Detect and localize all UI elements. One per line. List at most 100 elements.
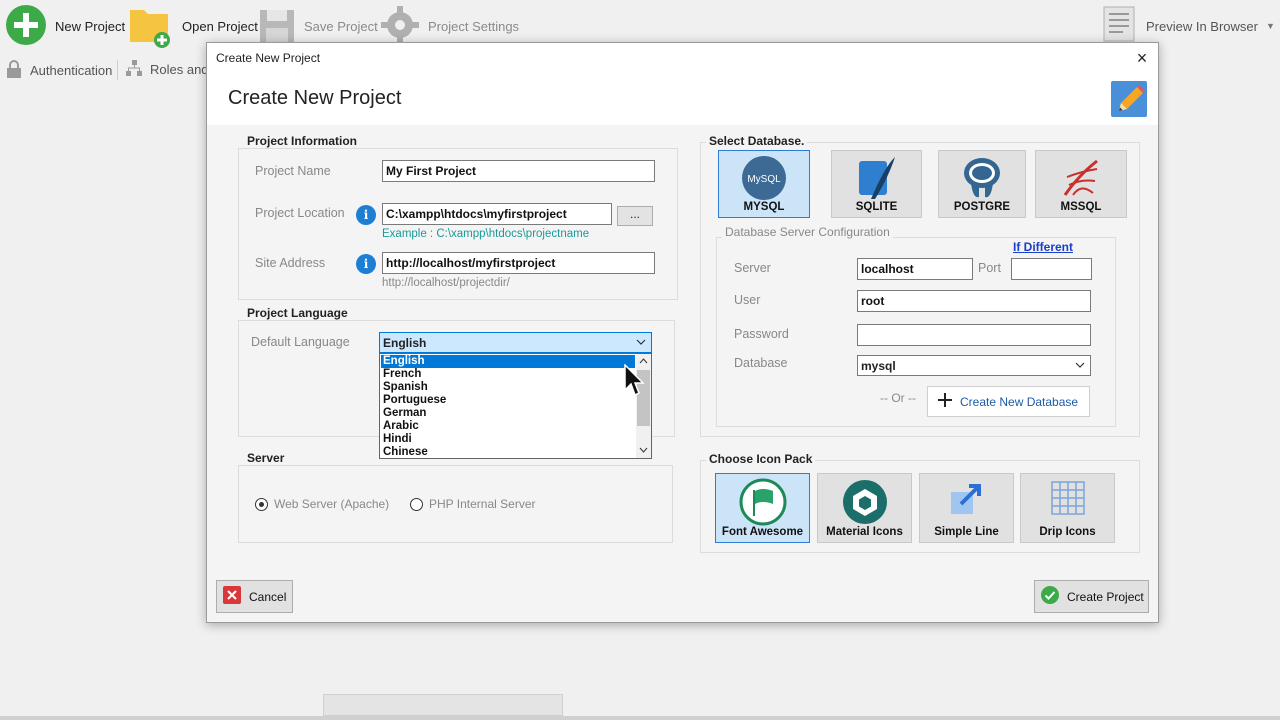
database-select[interactable]: mysql — [857, 355, 1091, 376]
grid-icon — [1050, 481, 1085, 515]
select-database-title: Select Database. — [706, 134, 808, 148]
language-option[interactable]: French — [381, 368, 635, 381]
flag-icon — [739, 478, 786, 526]
database-value: mysql — [861, 359, 896, 373]
user-input[interactable]: root — [857, 290, 1091, 312]
icon-pack-title: Choose Icon Pack — [706, 452, 816, 466]
scroll-down-icon[interactable] — [638, 444, 649, 458]
close-box-icon — [223, 586, 241, 607]
authentication-label: Authentication — [30, 63, 113, 78]
site-address-hint: http://localhost/projectdir/ — [382, 277, 510, 289]
default-language-select[interactable]: English — [379, 332, 652, 353]
close-icon[interactable]: × — [1132, 49, 1152, 69]
location-example-hint: Example : C:\xampp\htdocs\projectname — [382, 228, 590, 240]
php-server-radio[interactable]: PHP Internal Server — [410, 497, 536, 511]
pencil-icon — [1111, 81, 1147, 117]
lock-icon — [6, 60, 22, 81]
sqlite-tile[interactable]: SQLITE — [831, 150, 922, 218]
material-icons-tile[interactable]: Material Icons — [817, 473, 912, 543]
site-address-input[interactable]: http://localhost/myfirstproject — [382, 252, 655, 274]
project-language-title: Project Language — [244, 306, 351, 320]
material-icons-label: Material Icons — [826, 526, 903, 538]
save-disk-icon — [258, 6, 296, 47]
new-project-label: New Project — [55, 18, 126, 34]
sqlite-label: SQLITE — [855, 201, 898, 213]
mysql-icon: MySQL — [742, 156, 786, 200]
project-information-title: Project Information — [244, 134, 361, 148]
language-option[interactable]: Portuguese — [381, 394, 635, 407]
port-label: Port — [978, 261, 1001, 275]
hierarchy-icon — [126, 60, 142, 79]
language-option[interactable]: German — [381, 407, 635, 420]
php-server-label: PHP Internal Server — [429, 497, 536, 511]
info-icon[interactable]: i — [356, 205, 376, 225]
password-input[interactable] — [857, 324, 1091, 346]
web-server-radio[interactable]: Web Server (Apache) — [255, 497, 389, 511]
simple-line-label: Simple Line — [934, 526, 999, 538]
info-icon[interactable]: i — [356, 254, 376, 274]
mssql-label: MSSQL — [1060, 201, 1102, 213]
browse-button[interactable]: ... — [617, 206, 653, 226]
default-language-label: Default Language — [251, 335, 350, 349]
language-option[interactable]: Arabic — [381, 420, 635, 433]
material-cube-icon — [842, 480, 887, 524]
server-label: Server — [734, 261, 771, 275]
port-input[interactable] — [1011, 258, 1092, 280]
radio-unchecked-icon — [410, 497, 423, 511]
project-location-input[interactable]: C:\xampp\htdocs\myfirstproject — [382, 203, 612, 225]
mouse-cursor-icon — [624, 363, 646, 401]
authentication-button[interactable]: Authentication — [6, 60, 112, 81]
user-label: User — [734, 293, 761, 307]
open-project-label: Open Project — [182, 18, 258, 34]
create-project-button[interactable]: Create Project — [1034, 580, 1149, 613]
language-option[interactable]: Chinese — [381, 446, 635, 459]
project-name-input[interactable]: My First Project — [382, 160, 655, 182]
new-project-button[interactable]: New Project — [5, 4, 125, 48]
dialog-header: Create New Project — [207, 73, 1158, 125]
postgre-tile[interactable]: POSTGRE — [938, 150, 1026, 218]
sqlite-icon — [858, 157, 895, 199]
password-label: Password — [734, 327, 789, 341]
project-settings-label: Project Settings — [428, 18, 520, 34]
dialog-window-title: Create New Project — [216, 51, 321, 65]
simple-line-tile[interactable]: Simple Line — [919, 473, 1014, 543]
language-option[interactable]: Hindi — [381, 433, 635, 446]
chevron-down-icon — [1074, 358, 1086, 372]
server-input[interactable]: localhost — [857, 258, 973, 280]
cancel-button[interactable]: Cancel — [216, 580, 293, 613]
preview-label: Preview In Browser — [1146, 18, 1258, 34]
drip-icons-label: Drip Icons — [1039, 526, 1096, 538]
cancel-label: Cancel — [249, 589, 287, 604]
font-awesome-label: Font Awesome — [721, 526, 804, 538]
sql-server-icon — [1063, 159, 1098, 196]
language-dropdown-list[interactable]: English French Spanish Portuguese German… — [379, 353, 652, 459]
dialog-heading: Create New Project — [228, 87, 402, 109]
database-config-title: Database Server Configuration — [722, 225, 893, 239]
chevron-down-icon — [635, 335, 647, 349]
horizontal-scrollbar[interactable] — [323, 694, 563, 716]
bottom-border — [0, 716, 1280, 720]
create-new-database-label: Create New Database — [960, 394, 1079, 409]
mysql-tile[interactable]: MySQL MYSQL — [718, 150, 810, 218]
if-different-link[interactable]: If Different — [1013, 240, 1073, 254]
share-arrow-icon — [950, 484, 981, 514]
database-label: Database — [734, 356, 788, 370]
default-language-value: English — [383, 336, 427, 350]
plus-circle-icon — [5, 4, 47, 49]
site-address-label: Site Address — [255, 256, 326, 270]
drip-icons-tile[interactable]: Drip Icons — [1020, 473, 1115, 543]
language-option[interactable]: English — [381, 355, 635, 368]
language-option[interactable]: Spanish — [381, 381, 635, 394]
check-circle-icon — [1041, 586, 1059, 607]
postgre-label: POSTGRE — [953, 201, 1011, 213]
create-new-database-button[interactable]: Create New Database — [927, 386, 1090, 417]
dropdown-arrow-icon: ▼ — [1265, 21, 1275, 31]
mssql-tile[interactable]: MSSQL — [1035, 150, 1127, 218]
create-project-label: Create Project — [1067, 589, 1144, 604]
or-label: -- Or -- — [880, 391, 916, 405]
project-name-label: Project Name — [255, 164, 331, 178]
radio-checked-icon — [255, 497, 268, 511]
save-project-label: Save Project — [304, 18, 378, 34]
font-awesome-tile[interactable]: Font Awesome — [715, 473, 810, 543]
dialog-titlebar: Create New Project × — [207, 43, 1158, 73]
